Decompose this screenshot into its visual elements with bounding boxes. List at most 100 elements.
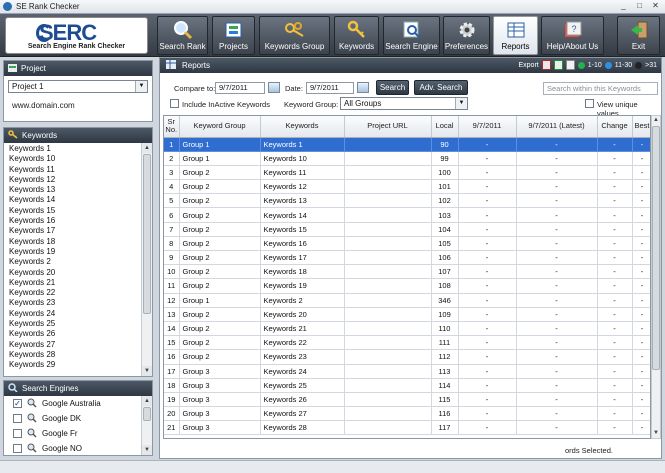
search-engine-button[interactable]: Search Engine xyxy=(383,16,440,55)
table-row[interactable]: 13 Group 2 Keywords 20 109- - - - xyxy=(164,307,650,322)
maximize-button[interactable]: □ xyxy=(632,1,647,12)
keyword-list-item[interactable]: Keywords 29 xyxy=(9,360,141,370)
table-row[interactable]: 12 Group 1 Keywords 2 346- - - - xyxy=(164,293,650,308)
table-row[interactable]: 18 Group 3 Keywords 25 114- - - - xyxy=(164,378,650,393)
keyword-list-item[interactable]: Keywords 27 xyxy=(9,340,141,350)
scroll-down-icon[interactable]: ▼ xyxy=(652,429,660,438)
column-header[interactable]: Keywords xyxy=(260,116,345,138)
search-engine-checkbox[interactable]: ✓ xyxy=(13,399,22,408)
keyword-list-item[interactable]: Keywords 25 xyxy=(9,319,141,329)
preferences-button[interactable]: Preferences xyxy=(443,16,490,55)
column-header[interactable]: Change xyxy=(597,116,633,138)
keyword-list-item[interactable]: Keywords 1 xyxy=(9,144,141,154)
table-row[interactable]: 16 Group 2 Keywords 23 112- - - - xyxy=(164,349,650,365)
keyword-list-item[interactable]: Keywords 14 xyxy=(9,195,141,205)
table-row[interactable]: 21 Group 3 Keywords 28 117- - - - xyxy=(164,420,650,436)
keyword-list-item[interactable]: Keywords 19 xyxy=(9,247,141,257)
keyword-list-item[interactable]: Keywords 11 xyxy=(9,165,141,175)
keyword-list-item[interactable]: Keywords 16 xyxy=(9,216,141,226)
table-row[interactable]: 11 Group 2 Keywords 19 108- - - - xyxy=(164,278,650,294)
keyword-list-item[interactable]: Keywords 23 xyxy=(9,298,141,308)
keyword-list-item[interactable]: Keywords 13 xyxy=(9,185,141,195)
keywords-group-button[interactable]: Keywords Group xyxy=(259,16,330,55)
close-button[interactable]: ✕ xyxy=(648,1,663,12)
keyword-search-input[interactable]: Search within this Keywords xyxy=(543,82,658,95)
include-inactive-checkbox[interactable] xyxy=(170,99,179,108)
table-row[interactable]: 15 Group 2 Keywords 22 111- - - - xyxy=(164,335,650,351)
search-button[interactable]: Search xyxy=(376,80,409,95)
keyword-group-select[interactable]: All Groups ▼ xyxy=(340,97,468,110)
search-engine-item[interactable]: Google NO xyxy=(4,441,152,456)
projects-button[interactable]: Projects xyxy=(212,16,255,55)
column-header[interactable]: Best xyxy=(632,116,650,138)
scroll-up-icon[interactable]: ▲ xyxy=(142,143,152,153)
calendar-icon[interactable] xyxy=(357,82,369,93)
search-engine-item[interactable]: Google DK xyxy=(4,411,152,426)
scroll-thumb[interactable] xyxy=(652,126,660,370)
scroll-thumb[interactable] xyxy=(143,154,151,314)
keyword-list-item[interactable]: Keywords 12 xyxy=(9,175,141,185)
calendar-icon[interactable] xyxy=(268,82,280,93)
pdf-export-icon[interactable] xyxy=(541,60,551,70)
keyword-list-item[interactable]: Keywords 21 xyxy=(9,278,141,288)
excel-export-icon[interactable] xyxy=(553,60,563,70)
search-engine-checkbox[interactable] xyxy=(13,444,22,453)
column-header[interactable]: Keyword Group xyxy=(179,116,261,138)
keyword-list-item[interactable]: Keywords 15 xyxy=(9,206,141,216)
engines-scrollbar[interactable]: ▲ ▼ xyxy=(141,396,152,455)
search-engine-item[interactable]: Google Fr xyxy=(4,426,152,441)
keyword-list-item[interactable]: Keywords 10 xyxy=(9,154,141,164)
reports-button[interactable]: Reports xyxy=(493,16,538,55)
scroll-down-icon[interactable]: ▼ xyxy=(142,445,152,455)
keyword-list-item[interactable]: Keywords 22 xyxy=(9,288,141,298)
keyword-list-item[interactable]: Keywords 24 xyxy=(9,309,141,319)
column-header[interactable]: 9/7/2011 xyxy=(458,116,517,138)
grid-scrollbar[interactable]: ▲ ▼ xyxy=(651,115,661,439)
table-row[interactable]: 3 Group 2 Keywords 11 100- - - - xyxy=(164,165,650,181)
keywords-scrollbar[interactable]: ▲ ▼ xyxy=(141,143,152,376)
adv-search-button[interactable]: Adv. Search xyxy=(414,80,468,95)
scroll-thumb[interactable] xyxy=(143,407,151,421)
table-row[interactable]: 5 Group 2 Keywords 13 102- - - - xyxy=(164,193,650,209)
table-row[interactable]: 2 Group 1 Keywords 10 99- - - - xyxy=(164,151,650,166)
table-row[interactable]: 17 Group 3 Keywords 24 113- - - - xyxy=(164,364,650,379)
table-row[interactable]: 7 Group 2 Keywords 15 104- - - - xyxy=(164,222,650,237)
keyword-list-item[interactable]: Keywords 20 xyxy=(9,268,141,278)
scroll-up-icon[interactable]: ▲ xyxy=(142,396,152,406)
date-input[interactable]: 9/7/2011 xyxy=(306,82,354,94)
column-header[interactable]: 9/7/2011 (Latest) xyxy=(516,116,598,138)
table-row[interactable]: 6 Group 2 Keywords 14 103- - - - xyxy=(164,207,650,223)
compare-date-input[interactable]: 9/7/2011 xyxy=(215,82,265,94)
print-icon[interactable] xyxy=(565,60,575,70)
keyword-list-item[interactable]: Keywords 18 xyxy=(9,237,141,247)
table-row[interactable]: 19 Group 3 Keywords 26 115- - - - xyxy=(164,392,650,408)
table-row[interactable]: 4 Group 2 Keywords 12 101- - - - xyxy=(164,179,650,195)
table-row[interactable]: 10 Group 2 Keywords 18 107- - - - xyxy=(164,264,650,280)
column-header[interactable]: Sr No. xyxy=(164,116,180,138)
keyword-list-item[interactable]: Keywords 2 xyxy=(9,257,141,267)
table-row[interactable]: 9 Group 2 Keywords 17 106- - - - xyxy=(164,250,650,266)
minimize-button[interactable]: _ xyxy=(616,1,631,12)
table-row[interactable]: 1 Group 1 Keywords 1 90- - - - xyxy=(164,137,650,152)
keyword-list-item[interactable]: Keywords 28 xyxy=(9,350,141,360)
table-row[interactable]: 14 Group 2 Keywords 21 110- - - - xyxy=(164,321,650,337)
column-header[interactable]: Local xyxy=(431,116,459,138)
scroll-up-icon[interactable]: ▲ xyxy=(652,116,660,125)
search-engine-checkbox[interactable] xyxy=(13,414,22,423)
search-rank-button[interactable]: Search Rank xyxy=(157,16,208,55)
keyword-list-item[interactable]: Keywords 26 xyxy=(9,329,141,339)
help-about-button[interactable]: ? Help/About Us xyxy=(541,16,604,55)
keyword-list-item[interactable]: Keywords 17 xyxy=(9,226,141,236)
chevron-down-icon: ▼ xyxy=(455,98,467,109)
project-select[interactable]: Project 1 ▼ xyxy=(8,80,148,93)
table-row[interactable]: 20 Group 3 Keywords 27 116- - - - xyxy=(164,406,650,422)
table-row[interactable]: 8 Group 2 Keywords 16 105- - - - xyxy=(164,236,650,252)
search-engine-item[interactable]: ✓ Google Australia xyxy=(4,396,152,411)
view-unique-checkbox[interactable] xyxy=(585,99,594,108)
column-header[interactable]: Project URL xyxy=(344,116,432,138)
exit-button[interactable]: Exit xyxy=(617,16,660,55)
keywords-button[interactable]: Keywords xyxy=(334,16,379,55)
search-engine-checkbox[interactable] xyxy=(13,429,22,438)
keywords-list[interactable]: Keywords 1 Keywords 10 Keywords 11 Keywords… xyxy=(4,143,141,376)
scroll-down-icon[interactable]: ▼ xyxy=(142,366,152,376)
